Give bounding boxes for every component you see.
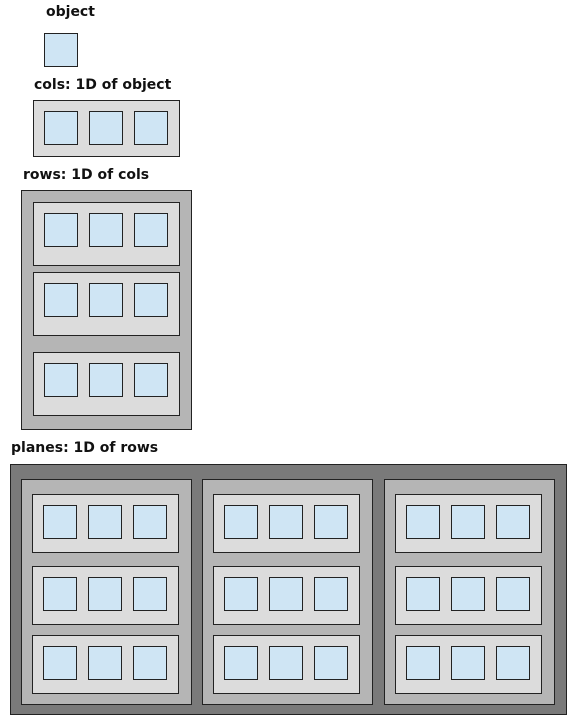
object-cell bbox=[406, 505, 440, 539]
object-cell bbox=[451, 646, 485, 680]
rows-box bbox=[21, 479, 192, 705]
rows-label: rows: 1D of cols bbox=[23, 167, 150, 183]
object-cell bbox=[44, 213, 78, 247]
object-cell bbox=[269, 505, 303, 539]
cols-box bbox=[33, 100, 180, 157]
object-cell bbox=[496, 505, 530, 539]
object-cell bbox=[44, 283, 78, 317]
planes-label: planes: 1D of rows bbox=[11, 440, 159, 456]
object-cell bbox=[44, 111, 78, 145]
cols-box bbox=[395, 566, 542, 625]
object-cell bbox=[88, 577, 122, 611]
cols-box bbox=[32, 494, 179, 553]
object-cell bbox=[44, 363, 78, 397]
cols-box bbox=[213, 635, 360, 694]
object-cell bbox=[406, 646, 440, 680]
cols-box bbox=[32, 566, 179, 625]
object-cell bbox=[451, 505, 485, 539]
object-cell bbox=[496, 646, 530, 680]
object-cell bbox=[134, 363, 168, 397]
object-cell bbox=[314, 646, 348, 680]
cols-box bbox=[213, 566, 360, 625]
cols-box bbox=[33, 352, 180, 416]
object-cell bbox=[451, 577, 485, 611]
cols-label: cols: 1D of object bbox=[34, 77, 172, 93]
object-cell bbox=[44, 33, 78, 67]
cols-box bbox=[33, 202, 180, 266]
object-cell bbox=[496, 577, 530, 611]
object-cell bbox=[134, 213, 168, 247]
rows-box bbox=[21, 190, 192, 430]
object-cell bbox=[224, 646, 258, 680]
object-cell bbox=[89, 111, 123, 145]
object-cell bbox=[134, 111, 168, 145]
object-cell bbox=[406, 577, 440, 611]
object-cell bbox=[133, 646, 167, 680]
object-cell bbox=[133, 577, 167, 611]
cols-box bbox=[395, 635, 542, 694]
object-cell bbox=[43, 505, 77, 539]
object-cell bbox=[89, 213, 123, 247]
rows-box bbox=[202, 479, 373, 705]
object-cell bbox=[269, 646, 303, 680]
object-cell bbox=[269, 577, 303, 611]
object-cell bbox=[88, 505, 122, 539]
object-cell bbox=[88, 646, 122, 680]
object-cell bbox=[43, 646, 77, 680]
object-cell bbox=[134, 283, 168, 317]
planes-box bbox=[10, 464, 567, 715]
object-cell bbox=[224, 577, 258, 611]
object-label: object bbox=[46, 4, 95, 20]
cols-box bbox=[32, 635, 179, 694]
object-cell bbox=[43, 577, 77, 611]
object-cell bbox=[133, 505, 167, 539]
object-cell bbox=[89, 283, 123, 317]
cols-box bbox=[213, 494, 360, 553]
object-cell bbox=[314, 505, 348, 539]
object-cell bbox=[224, 505, 258, 539]
object-cell bbox=[89, 363, 123, 397]
object-cell bbox=[314, 577, 348, 611]
cols-box bbox=[33, 272, 180, 336]
rows-box bbox=[384, 479, 555, 705]
cols-box bbox=[395, 494, 542, 553]
